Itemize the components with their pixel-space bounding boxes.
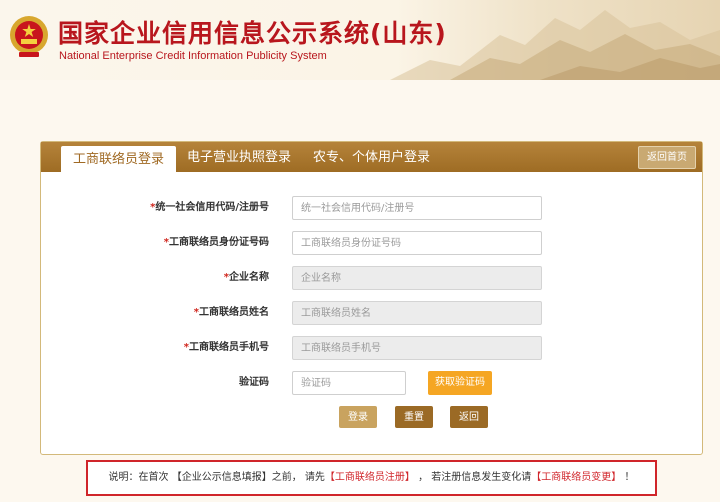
back-button[interactable]: 返回 bbox=[450, 406, 488, 428]
liaison-change-link[interactable]: 【工商联络员变更】 bbox=[531, 472, 621, 483]
notice-box: 说明：在首次 【企业公示信息填报】之前， 请先【工商联络员注册】 ， 若注册信息… bbox=[86, 460, 657, 496]
liaison-name-row: *工商联络员姓名 bbox=[41, 301, 702, 325]
company-name-input bbox=[292, 266, 542, 290]
site-header: 国家企业信用信息公示系统(山东) National Enterprise Cre… bbox=[0, 0, 720, 80]
captcha-input[interactable] bbox=[292, 371, 406, 395]
login-button[interactable]: 登录 bbox=[339, 406, 377, 428]
tab-liaison-login[interactable]: 工商联络员登录 bbox=[61, 146, 177, 172]
captcha-row: 验证码 获取验证码 bbox=[41, 371, 702, 395]
notice-suffix: ！ bbox=[621, 472, 635, 483]
liaison-phone-input bbox=[292, 336, 542, 360]
notice-middle: ， 若注册信息发生变化请 bbox=[414, 472, 532, 483]
login-tab-bar: 工商联络员登录 电子营业执照登录 农专、个体用户登录 返回首页 bbox=[41, 142, 702, 172]
tab-farmer-individual-login[interactable]: 农专、个体用户登录 bbox=[313, 142, 430, 172]
captcha-label: 验证码 bbox=[239, 377, 269, 388]
get-captcha-button[interactable]: 获取验证码 bbox=[428, 371, 492, 395]
company-name-row: *企业名称 bbox=[41, 266, 702, 290]
site-subtitle: National Enterprise Credit Information P… bbox=[59, 50, 327, 62]
liaison-phone-row: *工商联络员手机号 bbox=[41, 336, 702, 360]
id-number-row: *工商联络员身份证号码 bbox=[41, 231, 702, 255]
notice-prefix: 说明：在首次 【企业公示信息填报】之前， 请先 bbox=[108, 472, 325, 483]
id-number-label: *工商联络员身份证号码 bbox=[163, 237, 269, 248]
liaison-name-input bbox=[292, 301, 542, 325]
liaison-register-link[interactable]: 【工商联络员注册】 bbox=[325, 472, 415, 483]
login-panel: 工商联络员登录 电子营业执照登录 农专、个体用户登录 返回首页 *统一社会信用代… bbox=[40, 141, 703, 455]
credit-code-input[interactable] bbox=[292, 196, 542, 220]
liaison-phone-label: *工商联络员手机号 bbox=[183, 342, 269, 353]
credit-code-label: *统一社会信用代码/注册号 bbox=[150, 202, 269, 213]
company-name-label: *企业名称 bbox=[223, 272, 269, 283]
liaison-name-label: *工商联络员姓名 bbox=[193, 307, 269, 318]
back-home-button[interactable]: 返回首页 bbox=[638, 146, 696, 169]
id-number-input[interactable] bbox=[292, 231, 542, 255]
reset-button[interactable]: 重置 bbox=[395, 406, 433, 428]
tab-electronic-license-login[interactable]: 电子营业执照登录 bbox=[187, 142, 291, 172]
national-emblem-icon bbox=[10, 16, 48, 57]
site-title: 国家企业信用信息公示系统(山东) bbox=[58, 19, 447, 48]
credit-code-row: *统一社会信用代码/注册号 bbox=[41, 196, 702, 220]
